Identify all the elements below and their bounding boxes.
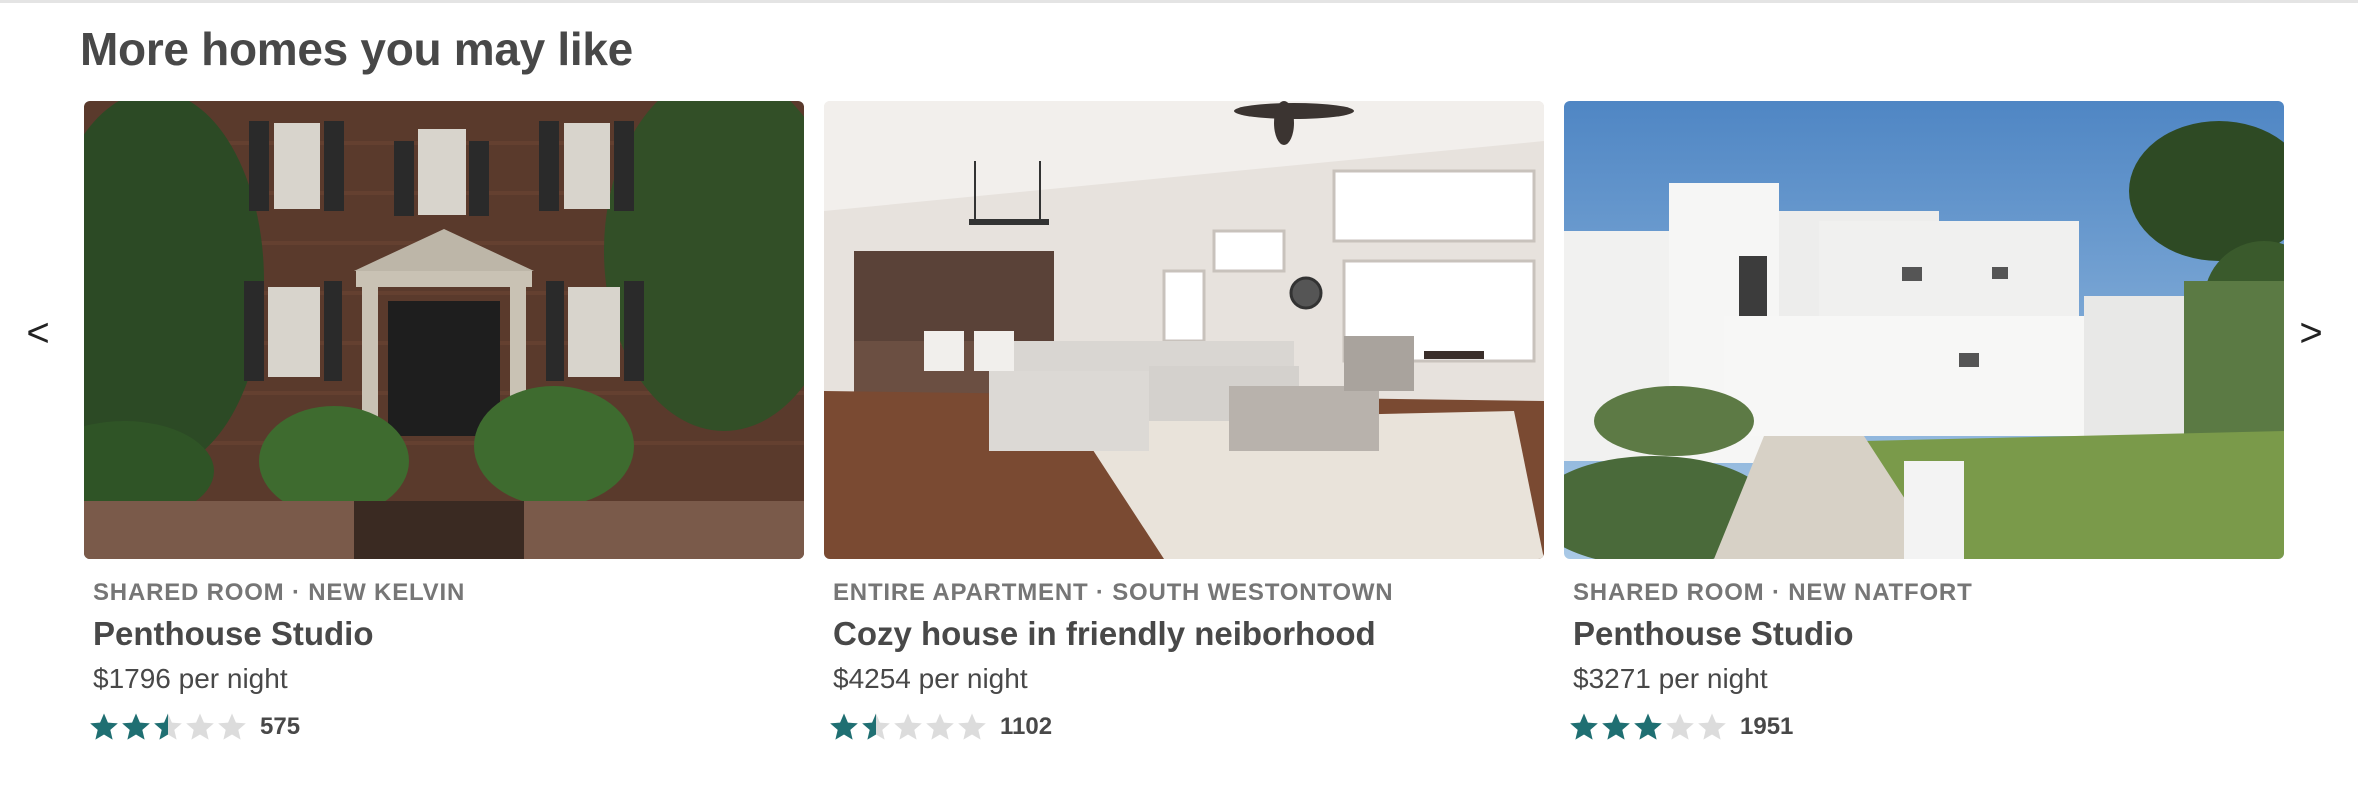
review-count: 1102 — [1000, 713, 1053, 740]
listing-price: $4254 per night — [833, 663, 1028, 694]
listing-title[interactable]: Penthouse Studio — [93, 615, 804, 653]
star-rating — [1568, 711, 1728, 743]
star-icon — [186, 713, 214, 740]
listing-card[interactable]: SHARED ROOM · NEW NATFORT Penthouse Stud… — [1564, 101, 2284, 761]
listing-meta: SHARED ROOM · NEW KELVIN — [93, 579, 466, 606]
listing-card[interactable]: ENTIRE APARTMENT · SOUTH WESTONTOWN Cozy… — [824, 101, 1544, 761]
star-icon — [1698, 713, 1726, 740]
listing-photo[interactable] — [824, 101, 1544, 559]
listing-rating: 1951 — [1568, 709, 2284, 745]
review-count: 1951 — [1740, 713, 1794, 740]
star-icon — [894, 713, 922, 740]
star-rating — [828, 711, 988, 743]
star-icon — [218, 713, 246, 740]
section-title: More homes you may like — [80, 23, 633, 75]
listing-title[interactable]: Cozy house in friendly neiborhood — [833, 615, 1544, 653]
listing-meta: ENTIRE APARTMENT · SOUTH WESTONTOWN — [833, 579, 1394, 606]
listing-rating: 1102 — [828, 709, 1544, 745]
listing-price: $1796 per night — [93, 663, 288, 694]
star-rating — [88, 711, 248, 743]
star-icon — [1570, 713, 1598, 740]
star-icon — [122, 713, 150, 740]
listing-title[interactable]: Penthouse Studio — [1573, 615, 2284, 653]
listing-price: $3271 per night — [1573, 663, 1768, 694]
listing-meta: SHARED ROOM · NEW NATFORT — [1573, 579, 1973, 606]
carousel-next-button[interactable]: > — [2291, 298, 2331, 368]
star-icon — [1634, 713, 1662, 740]
star-icon — [90, 713, 118, 740]
star-icon — [1602, 713, 1630, 740]
star-icon — [958, 713, 986, 740]
carousel-prev-button[interactable]: < — [18, 298, 58, 368]
listing-rating: 575 — [88, 709, 804, 745]
star-icon — [1666, 713, 1694, 740]
star-icon — [830, 713, 858, 740]
top-divider — [0, 0, 2358, 3]
star-icon — [862, 713, 890, 740]
listing-card[interactable]: SHARED ROOM · NEW KELVIN Penthouse Studi… — [84, 101, 804, 761]
listing-photo[interactable] — [1564, 101, 2284, 559]
star-icon — [154, 713, 182, 740]
review-count: 575 — [260, 713, 301, 740]
listing-photo[interactable] — [84, 101, 804, 559]
listing-carousel: SHARED ROOM · NEW KELVIN Penthouse Studi… — [84, 101, 2284, 761]
star-icon — [926, 713, 954, 740]
